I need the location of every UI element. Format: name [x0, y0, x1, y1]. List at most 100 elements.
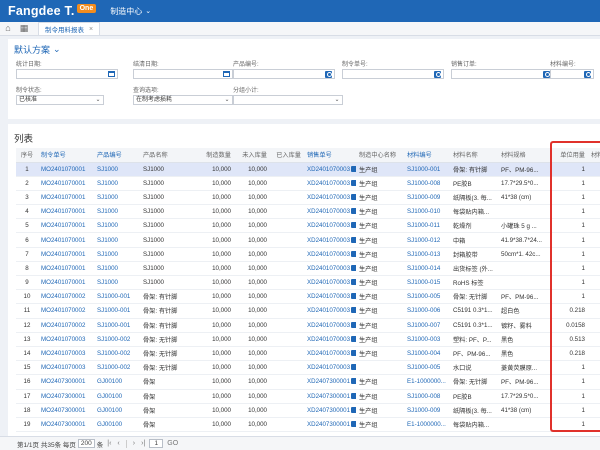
filter-input[interactable]: 已核准 ⌄ — [16, 95, 104, 105]
cell-text[interactable]: MO2401070001 — [41, 180, 85, 187]
table-row[interactable]: 17 MO2407300001 GJ00100 骨架 10,000 10,000 XD240… — [16, 389, 600, 404]
cell-text[interactable]: SJ1000-012 — [407, 237, 440, 244]
cell-text[interactable]: MO2401070001 — [41, 251, 85, 258]
column-header[interactable]: 单位用量 — [548, 148, 588, 163]
cell-text[interactable]: XD2401070003 — [307, 322, 350, 329]
cell-text[interactable]: SJ1000-002 — [97, 364, 130, 371]
cell-text[interactable]: SJ1000-011 — [407, 222, 440, 229]
column-header[interactable]: 制造数量 — [190, 148, 234, 163]
table-row[interactable]: 13 MO2401070003 SJ1000-002 骨架: 无针脚 10,000 10,… — [16, 332, 600, 347]
chevron-down-icon[interactable]: ⌄ — [223, 96, 231, 104]
cell-text[interactable]: XD2407300001 — [307, 378, 350, 385]
table-row[interactable]: 14 MO2401070003 SJ1000-002 骨架: 无针脚 10,000 10,… — [16, 346, 600, 362]
table-row[interactable]: 19 MO2407300001 GJ00100 骨架 10,000 10,000 XD240… — [16, 417, 600, 433]
cell-text[interactable]: SJ1000-009 — [407, 407, 440, 414]
table-row[interactable]: 15 MO2401070003 SJ1000-002 骨架: 无针脚 10,000 10,… — [16, 360, 600, 376]
cell-text[interactable]: XD2407300001 — [307, 407, 350, 414]
first-page-button[interactable]: |‹ — [107, 440, 111, 447]
cell-text[interactable]: SJ1000-001 — [97, 322, 130, 329]
filter-input[interactable] — [16, 69, 118, 79]
cell-text[interactable]: SJ1000-008 — [407, 180, 440, 187]
cell-text[interactable]: SJ1000-002 — [97, 336, 130, 343]
cell-text[interactable]: SJ1000-009 — [407, 194, 440, 201]
search-icon[interactable] — [584, 70, 592, 78]
filter-input[interactable]: 在制考虑损耗 ⌄ — [133, 95, 233, 105]
cell-text[interactable]: MO2401070002 — [41, 322, 85, 329]
cell-text[interactable]: SJ1000-001 — [97, 293, 130, 300]
cell-text[interactable]: GJ00100 — [97, 393, 122, 400]
table-row[interactable]: 7 MO2401070001 SJ1000 SJ1000 10,000 10,000 XD2… — [16, 247, 600, 262]
column-header[interactable]: 材料名称 — [450, 148, 498, 163]
chevron-down-icon[interactable]: ⌄ — [94, 96, 102, 104]
table-row[interactable]: 4 MO2401070001 SJ1000 SJ1000 10,000 10,000 XD2… — [16, 204, 600, 220]
cell-text[interactable]: SJ1000-005 — [407, 293, 440, 300]
cell-text[interactable]: MO2401070001 — [41, 237, 85, 244]
cell-text[interactable]: GJ00100 — [97, 378, 122, 385]
cell-text[interactable]: SJ1000 — [97, 279, 118, 286]
table-row[interactable]: 16 MO2407300001 GJ00100 骨架 10,000 10,000 XD240… — [16, 374, 600, 390]
cell-text[interactable]: XD2401070003 — [307, 336, 350, 343]
cell-text[interactable]: SJ1000-013 — [407, 251, 440, 258]
filter-input[interactable] — [133, 69, 233, 79]
apps-grid-icon[interactable]: ▦ — [16, 21, 32, 35]
table-row[interactable]: 2 MO2401070001 SJ1000 SJ1000 10,000 10,000 XD2… — [16, 176, 600, 191]
cell-text[interactable]: MO2401070003 — [41, 350, 85, 357]
cell-text[interactable]: MO2407300001 — [41, 407, 85, 414]
cell-text[interactable]: MO2407300001 — [41, 393, 85, 400]
cell-text[interactable]: MO2407300001 — [41, 378, 85, 385]
cell-text[interactable]: MO2401070003 — [41, 336, 85, 343]
cell-text[interactable]: MO2401070002 — [41, 307, 85, 314]
column-header[interactable]: 制造中心名称 — [356, 148, 404, 163]
cell-text[interactable]: XD2401070003 — [307, 166, 350, 173]
cell-text[interactable]: MO2401070001 — [41, 265, 85, 272]
cell-text[interactable]: MO2401070001 — [41, 208, 85, 215]
prev-page-button[interactable]: ‹ — [117, 440, 119, 447]
cell-text[interactable]: SJ1000 — [97, 265, 118, 272]
cell-text[interactable]: XD2401070003 — [307, 307, 350, 314]
cell-text[interactable]: SJ1000-002 — [97, 350, 130, 357]
cell-text[interactable]: SJ1000-006 — [407, 307, 440, 314]
cell-text[interactable]: MO2401070001 — [41, 279, 85, 286]
cell-text[interactable]: SJ1000-010 — [407, 208, 440, 215]
table-row[interactable]: 11 MO2401070002 SJ1000-001 骨架: 有针脚 10,000 10,… — [16, 303, 600, 319]
column-header[interactable]: 序号 — [16, 148, 38, 163]
cell-text[interactable]: E1-1000000... — [407, 421, 446, 428]
cell-text[interactable]: SJ1000 — [97, 208, 118, 215]
next-page-button[interactable]: › — [133, 440, 135, 447]
cell-text[interactable]: GJ00100 — [97, 421, 122, 428]
cell-text[interactable]: SJ1000 — [97, 251, 118, 258]
column-header[interactable]: 材料编号 — [404, 148, 450, 163]
filter-input[interactable] — [550, 69, 594, 79]
cell-text[interactable]: XD2407300001 — [307, 421, 350, 428]
cell-text[interactable]: XD2401070003 — [307, 364, 350, 371]
search-icon[interactable] — [434, 70, 442, 78]
cell-text[interactable]: SJ1000 — [97, 237, 118, 244]
column-header[interactable]: 销售单号 — [304, 148, 356, 163]
column-header[interactable]: 产品编号 — [94, 148, 140, 163]
cell-text[interactable]: XD2401070003 — [307, 293, 350, 300]
cell-text[interactable]: XD2401070003 — [307, 180, 350, 187]
table-row[interactable]: 12 MO2401070002 SJ1000-001 骨架: 有针脚 10,000 10,… — [16, 318, 600, 333]
cell-text[interactable]: SJ1000-004 — [407, 350, 440, 357]
chevron-down-icon[interactable]: ⌄ — [333, 96, 341, 104]
cell-text[interactable]: XD2401070003 — [307, 251, 350, 258]
page-size-select[interactable]: 200 — [77, 439, 95, 448]
home-icon[interactable]: ⌂ — [0, 21, 16, 35]
cell-text[interactable]: XD2401070003 — [307, 208, 350, 215]
cell-text[interactable]: SJ1000 — [97, 166, 118, 173]
cell-text[interactable]: XD2401070003 — [307, 265, 350, 272]
app-logo[interactable]: Fangdee T. — [8, 4, 75, 18]
cell-text[interactable]: SJ1000-007 — [407, 322, 440, 329]
cell-text[interactable]: XD2401070003 — [307, 350, 350, 357]
cell-text[interactable]: SJ1000-008 — [407, 393, 440, 400]
cell-text[interactable]: E1-1000000... — [407, 378, 446, 385]
table-row[interactable]: 5 MO2401070001 SJ1000 SJ1000 10,000 10,000 XD2… — [16, 218, 600, 234]
filter-input[interactable] — [233, 69, 335, 79]
cell-text[interactable]: SJ1000-001 — [97, 307, 130, 314]
table-row[interactable]: 1 MO2401070001 SJ1000 SJ1000 10,000 10,000 XD2… — [16, 162, 600, 177]
cell-text[interactable]: XD2401070003 — [307, 222, 350, 229]
cell-text[interactable]: SJ1000-014 — [407, 265, 440, 272]
scheme-selector[interactable]: 默认方案 ⌄ — [14, 43, 61, 56]
cell-text[interactable]: XD2401070003 — [307, 194, 350, 201]
cell-text[interactable]: MO2401070002 — [41, 293, 85, 300]
